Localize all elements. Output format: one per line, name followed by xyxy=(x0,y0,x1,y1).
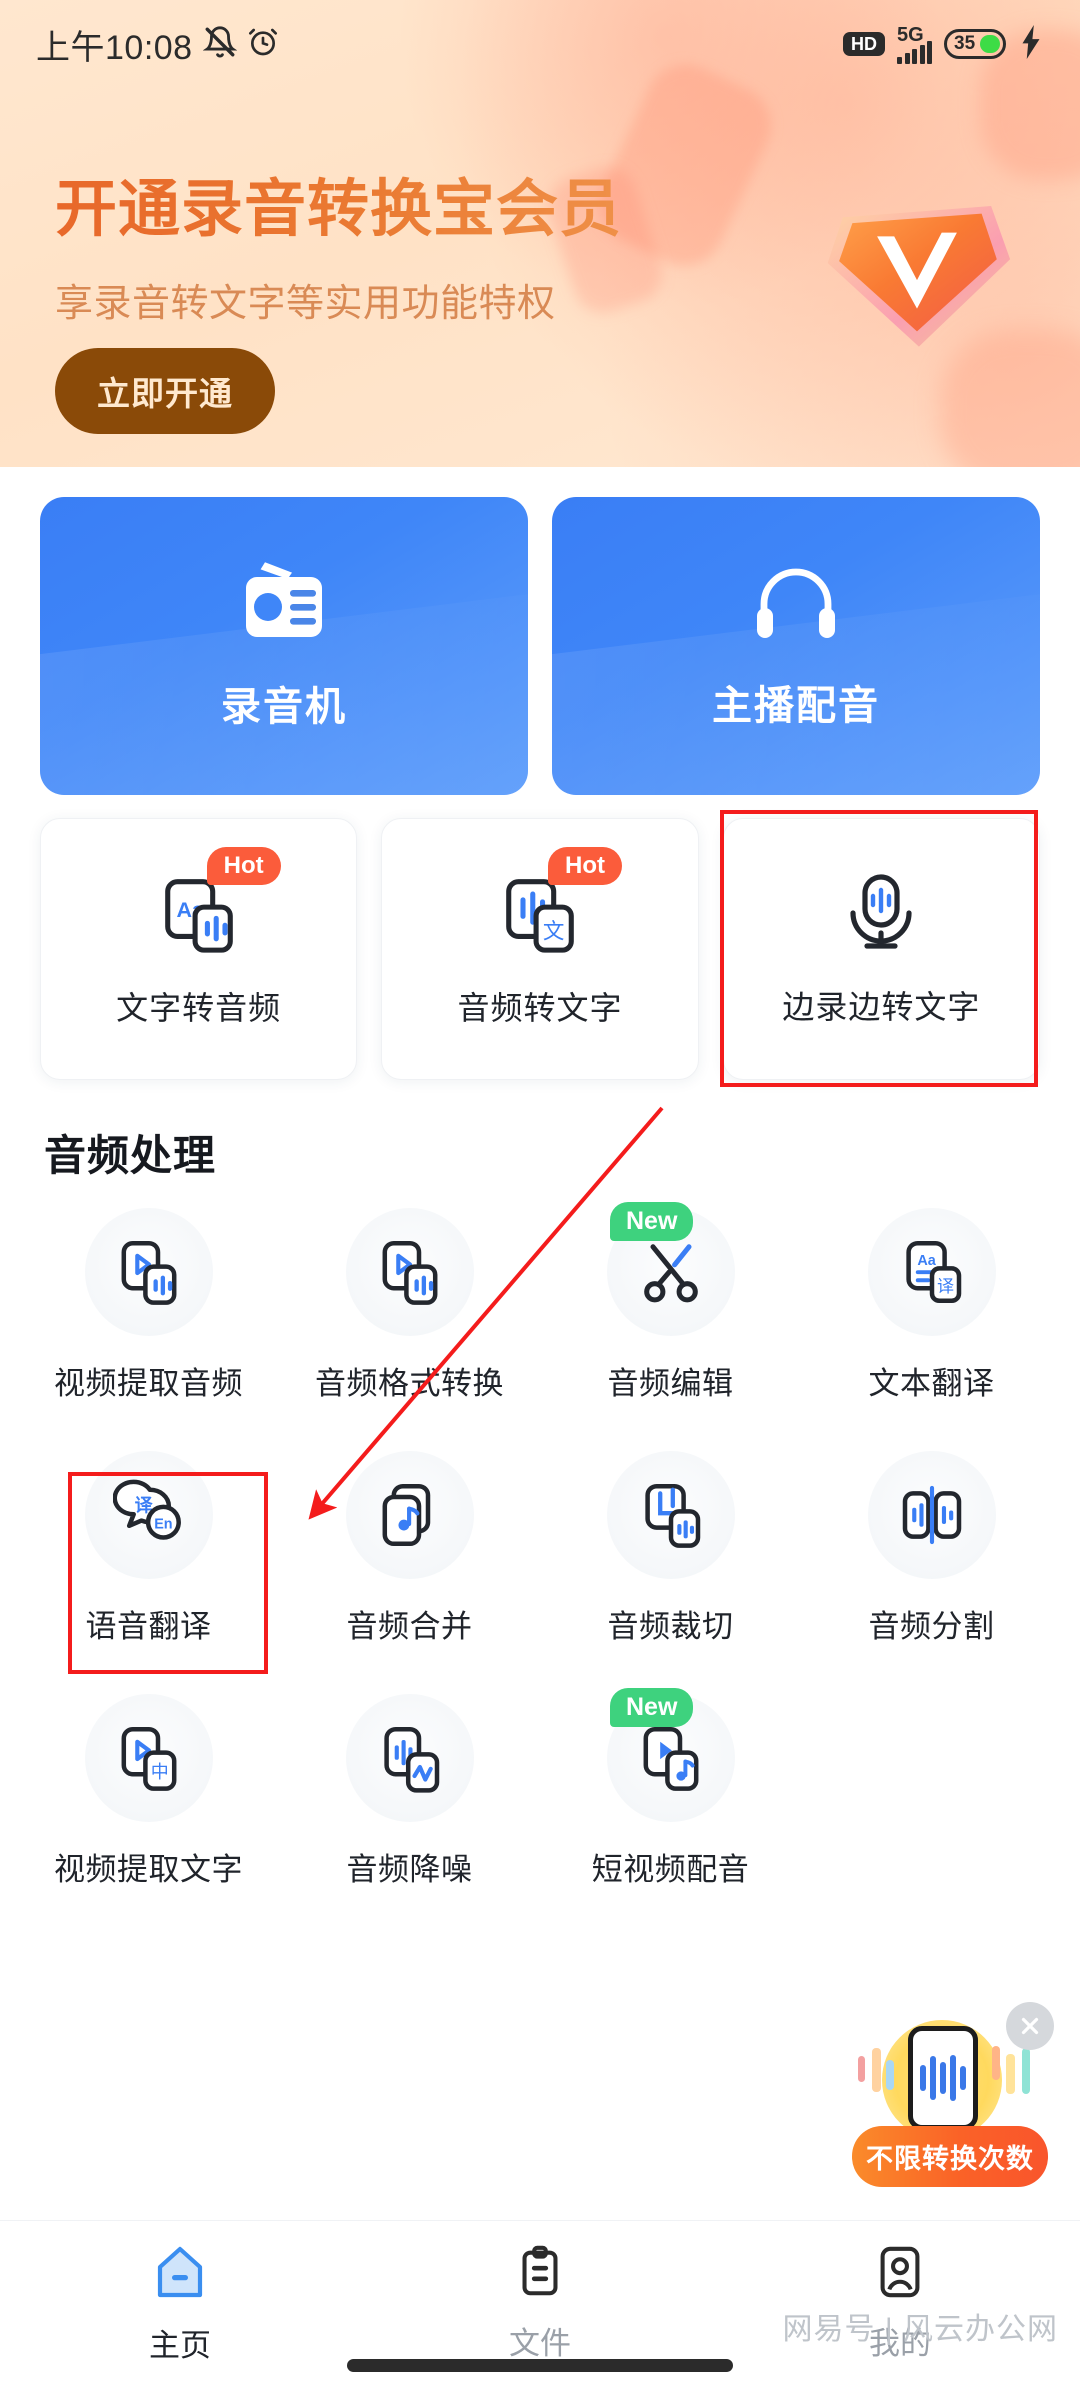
battery-percent: 35 xyxy=(954,33,976,54)
grid-item-video-extract-text[interactable]: 中 视频提取文字 xyxy=(18,1694,279,1889)
audio-crop-icon xyxy=(606,1451,735,1579)
primary-card-dubbing[interactable]: 主播配音 xyxy=(552,497,1040,795)
charging-bolt-icon xyxy=(1018,24,1044,64)
vip-diamond-icon xyxy=(812,168,1022,358)
grid-item-audio-format-convert[interactable]: 音频格式转换 xyxy=(279,1208,540,1403)
audio-denoise-icon xyxy=(345,1694,474,1822)
grid-item-audio-split[interactable]: 音频分割 xyxy=(801,1451,1062,1646)
svg-text:文: 文 xyxy=(543,919,565,943)
audio-merge-icon xyxy=(345,1451,474,1579)
home-indicator[interactable] xyxy=(347,2359,733,2372)
card-label: 音频转文字 xyxy=(457,989,623,1026)
promo-decoration xyxy=(872,2048,881,2092)
grid-item-empty xyxy=(801,1694,1062,1889)
floating-promo[interactable]: 不限转换次数 xyxy=(852,2002,1054,2194)
signal-icon: 5G xyxy=(897,25,932,64)
nav-tab-home[interactable]: 主页 xyxy=(0,2243,360,2365)
grid-item-speech-translate[interactable]: 译 En 语音翻译 xyxy=(18,1451,279,1646)
grid-item-short-video-dub[interactable]: New 短视频配音 xyxy=(540,1688,801,1889)
subscribe-now-button[interactable]: 立即开通 xyxy=(55,348,275,434)
audio-split-icon xyxy=(867,1451,996,1579)
grid-item-audio-crop[interactable]: 音频裁切 xyxy=(540,1451,801,1646)
banner-subtitle: 享录音转文字等实用功能特权 xyxy=(55,283,556,325)
grid-item-label: 视频提取文字 xyxy=(54,1852,243,1887)
battery-fill xyxy=(980,35,1000,53)
grid-item-label: 音频裁切 xyxy=(607,1609,734,1644)
app-screen: 上午10:08 HD 5G 35 开通录音转换宝会员 享录音转文字等实用功能特权… xyxy=(0,0,1080,2400)
svg-text:译: 译 xyxy=(936,1277,953,1296)
text-translate-icon: Aa 译 xyxy=(867,1208,996,1336)
svg-text:Aa: Aa xyxy=(917,1253,936,1269)
headphone-icon xyxy=(752,562,840,647)
promo-decoration xyxy=(992,2046,1000,2080)
promo-decoration xyxy=(886,2060,894,2090)
grid-item-label: 短视频配音 xyxy=(591,1852,750,1887)
close-icon[interactable] xyxy=(1006,2002,1054,2050)
file-clipboard-icon xyxy=(511,2243,569,2306)
card-text-to-audio[interactable]: Hot Aa 文字转音频 xyxy=(40,818,358,1080)
new-badge: New xyxy=(610,1202,694,1241)
battery-indicator: 35 xyxy=(944,29,1006,59)
grid-item-audio-edit[interactable]: New 音频编辑 xyxy=(540,1202,801,1403)
signal-bars xyxy=(897,40,932,64)
grid-item-label: 音频降噪 xyxy=(346,1852,473,1887)
primary-card-row: 录音机 主播配音 xyxy=(0,497,1080,795)
card-label: 边录边转文字 xyxy=(782,988,981,1025)
banner-title: 开通录音转换宝会员 xyxy=(55,158,622,248)
secondary-card-row: Hot Aa 文字转音频 Hot 文 音频转文字 边录边转文字 xyxy=(0,818,1080,1080)
grid-item-audio-denoise[interactable]: 音频降噪 xyxy=(279,1694,540,1889)
nav-tab-label: 主页 xyxy=(149,2328,211,2363)
microphone-icon xyxy=(839,871,923,960)
grid-item-label: 音频合并 xyxy=(346,1609,473,1644)
video-extract-text-icon: 中 xyxy=(84,1694,213,1822)
promo-pill-label: 不限转换次数 xyxy=(852,2126,1048,2187)
alarm-clock-icon xyxy=(247,26,279,63)
new-badge: New xyxy=(610,1688,694,1727)
promo-decoration xyxy=(1006,2054,1015,2094)
grid-item-text-translate[interactable]: Aa 译 文本翻译 xyxy=(801,1208,1062,1403)
bell-mute-icon xyxy=(202,25,238,64)
hd-badge: HD xyxy=(843,32,885,56)
primary-card-label: 主播配音 xyxy=(712,683,880,728)
radio-recorder-icon xyxy=(238,561,330,648)
promo-decoration xyxy=(1022,2048,1030,2094)
primary-card-recorder[interactable]: 录音机 xyxy=(40,497,528,795)
promo-decoration xyxy=(858,2056,865,2082)
audio-format-convert-icon xyxy=(345,1208,474,1336)
status-bar: 上午10:08 HD 5G 35 xyxy=(0,0,1080,88)
card-label: 文字转音频 xyxy=(116,989,282,1026)
primary-card-label: 录音机 xyxy=(221,684,347,729)
svg-text:En: En xyxy=(154,1517,172,1533)
nav-tab-label: 文件 xyxy=(509,2326,571,2361)
grid-item-video-extract-audio[interactable]: 视频提取音频 xyxy=(18,1208,279,1403)
status-time: 上午10:08 xyxy=(36,28,193,67)
card-live-transcribe[interactable]: 边录边转文字 xyxy=(722,818,1040,1080)
profile-icon xyxy=(871,2243,929,2306)
grid-item-audio-merge[interactable]: 音频合并 xyxy=(279,1451,540,1646)
svg-text:中: 中 xyxy=(150,1762,168,1782)
section-title-audio-processing: 音频处理 xyxy=(44,1132,217,1179)
grid-item-label: 音频格式转换 xyxy=(315,1366,504,1401)
grid-item-label: 文本翻译 xyxy=(868,1366,995,1401)
card-audio-to-text[interactable]: Hot 文 音频转文字 xyxy=(381,818,699,1080)
home-icon xyxy=(150,2243,210,2308)
hot-badge: Hot xyxy=(206,847,281,886)
grid-item-label: 视频提取音频 xyxy=(54,1366,243,1401)
audio-processing-grid: 视频提取音频 音频格式转换 New 音频编辑 Aa 译 文本翻译 译 En 语音… xyxy=(0,1202,1080,1889)
grid-item-label: 语音翻译 xyxy=(85,1609,212,1644)
speech-translate-icon: 译 En xyxy=(84,1451,213,1579)
video-extract-audio-icon xyxy=(84,1208,213,1336)
grid-item-label: 音频分割 xyxy=(868,1609,995,1644)
phone-waveform-icon xyxy=(908,2026,978,2130)
status-bar-left: 上午10:08 xyxy=(36,20,279,69)
watermark: 网易号 | 风云办公网 xyxy=(782,2313,1058,2346)
nav-tab-files[interactable]: 文件 xyxy=(360,2243,720,2363)
status-bar-right: HD 5G 35 xyxy=(843,24,1044,64)
hot-badge: Hot xyxy=(547,847,622,886)
grid-item-label: 音频编辑 xyxy=(607,1366,734,1401)
